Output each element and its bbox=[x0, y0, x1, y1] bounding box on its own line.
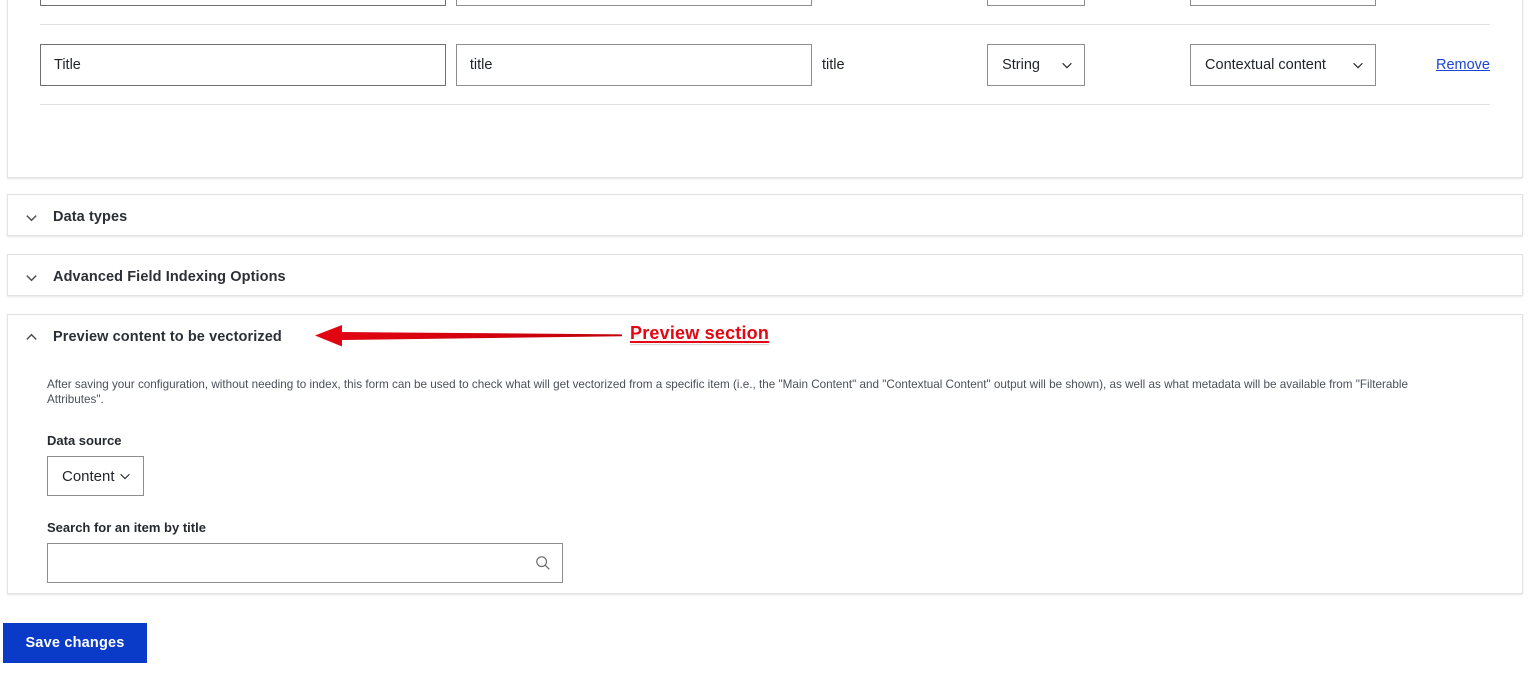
data-source-select[interactable]: Content bbox=[47, 456, 144, 496]
field-usage-cell: Contextual content bbox=[1190, 43, 1389, 86]
table-row: title String Contextual content bbox=[40, 25, 1490, 105]
settings-page: status Boolean Filterable attributes bbox=[0, 0, 1533, 699]
section-title: Advanced Field Indexing Options bbox=[53, 269, 286, 285]
field-type-value: String bbox=[1002, 56, 1040, 73]
field-usage-cell: Filterable attributes bbox=[1190, 0, 1389, 6]
field-usage-select[interactable]: Filterable attributes bbox=[1190, 0, 1377, 6]
field-usage-value: Contextual content bbox=[1205, 56, 1326, 73]
field-usage-select[interactable]: Contextual content bbox=[1190, 43, 1377, 86]
field-plain-label: title bbox=[821, 56, 845, 73]
field-path-input[interactable] bbox=[455, 43, 812, 86]
data-types-card: Data types bbox=[7, 194, 1523, 236]
field-name-cell bbox=[40, 43, 456, 86]
search-item-label: Search for an item by title bbox=[47, 520, 206, 535]
chevron-down-icon bbox=[24, 270, 39, 285]
data-source-value: Content bbox=[62, 467, 115, 485]
chevron-down-icon bbox=[1060, 58, 1074, 72]
save-changes-button[interactable]: Save changes bbox=[3, 623, 147, 663]
field-type-select[interactable]: Boolean bbox=[987, 0, 1086, 6]
search-field-wrapper bbox=[47, 543, 563, 583]
preview-body: After saving your configuration, without… bbox=[8, 377, 1522, 583]
field-path-cell bbox=[455, 0, 822, 6]
chevron-up-icon bbox=[24, 330, 39, 345]
chevron-down-icon bbox=[24, 210, 39, 225]
field-path-input[interactable] bbox=[455, 0, 812, 6]
search-input[interactable] bbox=[47, 543, 563, 583]
remove-field-link[interactable]: Remove bbox=[1436, 57, 1490, 73]
field-type-select[interactable]: String bbox=[987, 43, 1086, 86]
preview-description: After saving your configuration, without… bbox=[47, 378, 1408, 406]
chevron-down-icon bbox=[1351, 58, 1365, 72]
field-mapping-rows: status Boolean Filterable attributes bbox=[8, 0, 1522, 105]
field-name-cell bbox=[40, 0, 456, 6]
section-title: Data types bbox=[53, 209, 128, 225]
section-header-advanced-indexing[interactable]: Advanced Field Indexing Options bbox=[8, 255, 1522, 299]
field-type-cell: String bbox=[987, 43, 1190, 86]
field-remove-cell: Remove bbox=[1389, 56, 1490, 74]
table-row: status Boolean Filterable attributes bbox=[40, 0, 1490, 25]
preview-content-card: Preview content to be vectorized After s… bbox=[7, 314, 1523, 594]
section-header-preview[interactable]: Preview content to be vectorized bbox=[8, 315, 1522, 359]
field-name-input[interactable] bbox=[40, 0, 446, 6]
section-header-data-types[interactable]: Data types bbox=[8, 195, 1522, 239]
chevron-down-icon bbox=[118, 469, 132, 483]
data-source-label: Data source bbox=[47, 433, 122, 448]
section-title: Preview content to be vectorized bbox=[53, 329, 282, 345]
field-path-cell bbox=[455, 43, 822, 86]
field-name-input[interactable] bbox=[40, 43, 446, 86]
field-type-cell: Boolean bbox=[987, 0, 1190, 6]
advanced-indexing-card: Advanced Field Indexing Options bbox=[7, 254, 1523, 296]
field-mapping-card: status Boolean Filterable attributes bbox=[7, 0, 1523, 178]
